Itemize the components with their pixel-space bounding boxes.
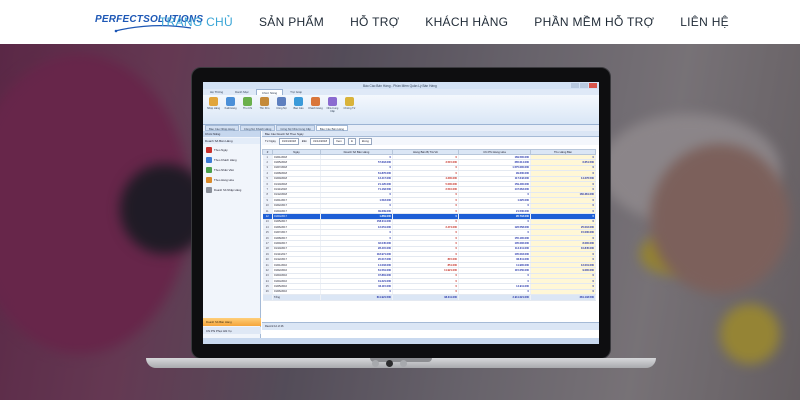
ledger-icon [277, 97, 286, 106]
ribbon-button-export[interactable]: Xuất Hàng [223, 97, 238, 122]
total-cell: 281.148.500 [530, 294, 596, 301]
cash-icon [243, 97, 252, 106]
total-cell [262, 294, 273, 301]
staff-icon [206, 167, 212, 173]
nav-item-products[interactable]: SẢN PHẨM [246, 15, 337, 29]
laptop-screen: Báo Cáo Bán Hàng - Phần Mềm Quản Lý Bán … [203, 82, 599, 344]
sidebar-footer-sales[interactable]: Doanh Số Bán Hàng [203, 318, 261, 326]
calendar-icon [206, 147, 212, 153]
total-cell: 38.311.000 [392, 294, 459, 301]
window-controls [571, 83, 597, 88]
grid-pager[interactable]: Record 12 of 26 [262, 322, 599, 330]
app-statusbar [203, 338, 599, 344]
sidebar-header: Chức Năng [203, 131, 260, 137]
table-body: 1 01/01/2018 0 0 169.500.000 0 2 01/05/2018 57.6… [262, 154, 596, 296]
nav-item-contact[interactable]: LIÊN HỆ [667, 15, 742, 29]
slider-dot[interactable] [386, 360, 393, 367]
table-total-row: Tổng 611.921.500 38.311.000 3.911.021.000 28… [262, 294, 596, 301]
site-header: PERFECTSOLUTIONS TRANG CHỦ SẢN PHẨM HỖ T… [0, 0, 800, 44]
export-icon [226, 97, 235, 106]
ribbon-button-suppliers[interactable]: Nhà Cung Cấp [325, 97, 340, 122]
import-sales-icon [206, 187, 212, 193]
main-nav: TRANG CHỦ SẢN PHẨM HỖ TRỢ KHÁCH HÀNG PHẦ… [146, 0, 742, 44]
sidebar-item-import-sales[interactable]: Doanh Số Nhập Hàng [203, 186, 260, 194]
filter-to-date[interactable]: 31/12/2018 [310, 137, 331, 145]
truck-icon [328, 97, 337, 106]
ribbon-button-vouchers[interactable]: Chứng Từ [342, 97, 357, 122]
nav-item-customers[interactable]: KHÁCH HÀNG [412, 15, 521, 29]
ribbon-button-import[interactable]: Nhập Hàng [206, 97, 221, 122]
customer-icon [206, 157, 212, 163]
nav-item-support[interactable]: HỖ TRỢ [337, 15, 412, 29]
report-table: # Ngày Doanh Số Bán Hàng Hàng Bán Bị Trả Về… [262, 149, 596, 301]
print-button[interactable]: In [347, 137, 357, 145]
sidebar-item-by-date[interactable]: Theo Ngày [203, 146, 260, 154]
close-report-button[interactable]: Đóng [359, 137, 372, 145]
ribbon-button-cashflow[interactable]: Thu Chi [240, 97, 255, 122]
view-button[interactable]: Xem [333, 137, 345, 145]
report-grid: # Ngày Doanh Số Bán Hàng Hàng Bán Bị Trả Về… [262, 149, 599, 330]
report-icon [294, 97, 303, 106]
app-titlebar: Báo Cáo Bán Hàng - Phần Mềm Quản Lý Bán … [203, 82, 599, 89]
report-filter-bar: Từ Ngày 01/01/2018 Đến 31/12/2018 Xem In… [262, 137, 599, 145]
ribbon-button-report[interactable]: Báo Cáo [291, 97, 306, 122]
minimize-icon[interactable] [571, 83, 579, 88]
sidebar-item-by-goods[interactable]: Theo Hàng Hóa [203, 176, 260, 184]
slider-dot[interactable] [372, 360, 379, 367]
total-cell: Tổng [272, 294, 321, 301]
app-title: Báo Cáo Bán Hàng - Phần Mềm Quản Lý Bán … [363, 83, 437, 88]
slider-dot[interactable] [400, 360, 407, 367]
total-cell: 611.921.500 [320, 294, 393, 301]
close-icon[interactable] [589, 83, 597, 88]
total-cell: 3.911.021.000 [458, 294, 531, 301]
filter-to-label: Đến [301, 139, 308, 143]
maximize-icon[interactable] [580, 83, 588, 88]
document-icon [345, 97, 354, 106]
ribbon-toolbar: Nhập Hàng Xuất Hàng Thu Chi Tồn Kho Công… [203, 95, 599, 125]
filter-from-date[interactable]: 01/01/2018 [278, 137, 299, 145]
sidebar-item-by-customer[interactable]: Theo Khách Hàng [203, 156, 260, 164]
app-sidebar: Chức Năng Doanh Số Bán Hàng Theo Ngày Th… [203, 131, 261, 338]
ribbon-button-inventory[interactable]: Tồn Kho [257, 97, 272, 122]
ribbon-button-customers[interactable]: Khách Hàng [308, 97, 323, 122]
nav-item-support-software[interactable]: PHẦN MỀM HỖ TRỢ [521, 15, 667, 29]
box-icon [260, 97, 269, 106]
import-icon [209, 97, 218, 106]
user-icon [311, 97, 320, 106]
ribbon-button-debt[interactable]: Công Nợ [274, 97, 289, 122]
goods-icon [206, 177, 212, 183]
sidebar-item-by-staff[interactable]: Theo Nhân Viên [203, 166, 260, 174]
report-panel: Báo Cáo Doanh Số Theo Ngày Từ Ngày 01/01… [262, 131, 599, 338]
sidebar-group[interactable]: Doanh Số Bán Hàng [203, 138, 260, 144]
filter-from-label: Từ Ngày [265, 139, 276, 143]
nav-item-home[interactable]: TRANG CHỦ [146, 15, 246, 29]
slider-dots [372, 360, 407, 367]
sidebar-footer-costs[interactable]: Chi Phí Phục Hồi Vụ [203, 327, 261, 334]
